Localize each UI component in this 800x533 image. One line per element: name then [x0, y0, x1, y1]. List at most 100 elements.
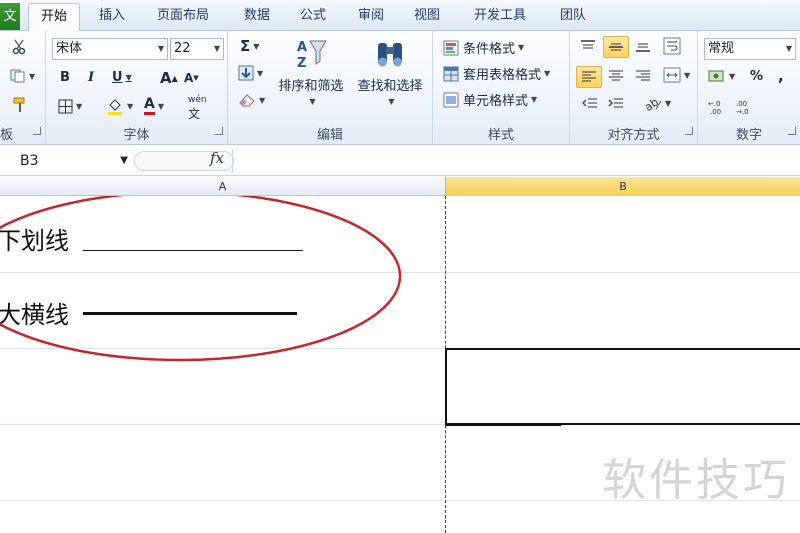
align-center-button[interactable] — [608, 69, 624, 83]
tab-insert[interactable]: 插入 — [86, 3, 138, 31]
binoculars-icon — [378, 43, 402, 67]
decrease-decimal-button[interactable]: .00 →.0 — [736, 99, 756, 115]
find-select-label: 查找和选择 — [357, 79, 423, 94]
decrease-indent-button[interactable] — [582, 97, 598, 111]
svg-text:←.0: ←.0 — [708, 100, 721, 108]
borders-icon — [58, 99, 73, 114]
increase-decimal-button[interactable]: ←.0.00 — [708, 99, 728, 115]
paint-bucket-icon — [108, 99, 122, 115]
name-box-value: B3 — [20, 153, 39, 169]
align-right-button[interactable] — [635, 69, 651, 83]
red-ellipse-annotation — [0, 196, 402, 362]
font-launcher-icon[interactable] — [215, 127, 223, 135]
text-orientation-button[interactable]: ab ▼ — [644, 95, 671, 111]
clear-button[interactable]: ▼ — [238, 93, 265, 107]
group-number: 常规 ▼ ▼ % , ←.0.00 .00 →.0 数字 — [698, 31, 800, 144]
name-box[interactable]: B3 ▼ — [0, 150, 132, 172]
cell-styles-icon — [443, 92, 459, 107]
find-select-button[interactable]: 查找和选择 ▼ — [350, 37, 430, 106]
column-headers: A B — [0, 177, 800, 196]
worksheet-grid[interactable]: 下划线 大横线 软件技巧 — [0, 196, 800, 533]
phonetic-char-icon: 文 — [188, 107, 201, 121]
tab-review[interactable]: 审阅 — [346, 3, 396, 31]
phonetic-button[interactable]: wén 文 — [188, 95, 207, 122]
tab-team[interactable]: 团队 — [548, 3, 598, 31]
comma-button[interactable]: , — [778, 67, 784, 85]
column-header-a[interactable]: A — [0, 177, 445, 196]
conditional-format-button[interactable]: 条件格式 ▼ — [443, 38, 524, 57]
tab-home[interactable]: 开始 — [28, 3, 80, 31]
group-alignment: ▼ ab ▼ 对齐方式 — [570, 31, 698, 144]
tab-file[interactable]: 文 — [0, 3, 20, 30]
tab-view[interactable]: 视图 — [402, 3, 452, 31]
number-launcher-icon[interactable] — [788, 127, 796, 135]
chevron-down-icon: ▼ — [157, 44, 164, 53]
grow-font-button[interactable]: A ▲ — [160, 69, 178, 87]
accounting-format-button[interactable]: ▼ — [708, 69, 735, 83]
align-left-button[interactable] — [576, 66, 602, 88]
svg-text:→.0: →.0 — [736, 108, 749, 115]
svg-text:.00: .00 — [710, 108, 721, 115]
clipboard-launcher-icon[interactable] — [33, 127, 41, 135]
wrap-text-icon — [663, 37, 681, 55]
formula-input[interactable] — [232, 149, 800, 173]
shrink-font-button[interactable]: A ▼ — [184, 71, 199, 85]
watermark: 软件技巧 — [602, 455, 790, 506]
font-size-combo[interactable]: 22 ▼ — [170, 38, 224, 60]
increase-indent-button[interactable] — [608, 97, 624, 111]
format-as-table-button[interactable]: 套用表格格式 ▼ — [443, 64, 550, 83]
copy-button[interactable]: ▼ — [10, 69, 35, 83]
percent-button[interactable]: % — [750, 69, 763, 84]
align-bottom-button[interactable] — [635, 39, 651, 53]
align-top-button[interactable] — [580, 39, 596, 53]
font-color-button[interactable]: A ▼ — [144, 97, 164, 115]
insert-function-button[interactable]: fx — [210, 149, 224, 167]
merge-center-button[interactable]: ▼ — [663, 67, 690, 83]
number-format-combo[interactable]: 常规 ▼ — [704, 38, 796, 60]
chevron-down-icon: ▼ — [388, 97, 395, 106]
copy-icon — [10, 69, 25, 83]
alignment-launcher-icon[interactable] — [685, 127, 693, 135]
chevron-down-icon: ▼ — [785, 44, 792, 53]
conditional-format-icon — [443, 40, 459, 55]
column-header-b[interactable]: B — [445, 177, 800, 196]
increase-indent-icon — [608, 98, 623, 108]
tab-data[interactable]: 数据 — [232, 3, 282, 31]
italic-button[interactable]: I — [88, 70, 94, 85]
eraser-icon — [239, 94, 255, 107]
formula-bar: B3 ▼ fx — [0, 146, 800, 176]
decrease-decimal-icon: .00→.0 — [736, 100, 749, 115]
format-as-table-label: 套用表格格式 — [463, 68, 542, 83]
group-alignment-label: 对齐方式 — [607, 128, 660, 143]
font-color-label: A — [144, 97, 155, 115]
align-right-icon — [636, 70, 650, 81]
align-middle-button[interactable] — [603, 36, 629, 58]
group-font: 宋体 ▼ 22 ▼ B I U ▼ A ▲ A ▼ ▼ ▼ A ▼ wén 文 … — [46, 31, 228, 144]
format-painter-button[interactable] — [12, 97, 28, 113]
sort-filter-button[interactable]: AZ 排序和筛选 ▼ — [272, 37, 350, 106]
fill-color-button[interactable]: ▼ — [106, 97, 133, 115]
borders-button[interactable]: ▼ — [58, 99, 82, 114]
group-styles-label: 样式 — [487, 128, 514, 143]
tab-formulas[interactable]: 公式 — [288, 3, 338, 31]
tab-developer[interactable]: 开发工具 — [460, 3, 540, 31]
font-name-value: 宋体 — [56, 41, 83, 56]
selected-cell-b3[interactable] — [445, 348, 800, 425]
cut-button[interactable] — [12, 39, 26, 55]
sort-filter-icon: AZ — [297, 40, 327, 71]
svg-text:.00: .00 — [736, 100, 747, 108]
group-styles: 条件格式 ▼ 套用表格格式 ▼ 单元格样式 ▼ 样式 — [433, 31, 570, 144]
orientation-button[interactable] — [663, 37, 681, 55]
sigma-icon: Σ — [240, 37, 251, 55]
svg-text:A: A — [297, 40, 307, 55]
underline-button[interactable]: U ▼ — [112, 70, 132, 85]
font-name-combo[interactable]: 宋体 ▼ — [52, 38, 168, 60]
tab-page-layout[interactable]: 页面布局 — [144, 3, 222, 31]
fill-button[interactable]: ▼ — [238, 65, 263, 81]
grow-font-label: A — [160, 69, 172, 87]
autosum-button[interactable]: Σ ▼ — [240, 37, 259, 55]
cell-styles-button[interactable]: 单元格样式 ▼ — [443, 90, 537, 109]
bold-button[interactable]: B — [60, 70, 70, 85]
sort-filter-label: 排序和筛选 — [278, 79, 344, 94]
ribbon: ▼ 板 宋体 ▼ 22 ▼ B I U ▼ A ▲ A ▼ ▼ ▼ A ▼ wé… — [0, 31, 800, 145]
